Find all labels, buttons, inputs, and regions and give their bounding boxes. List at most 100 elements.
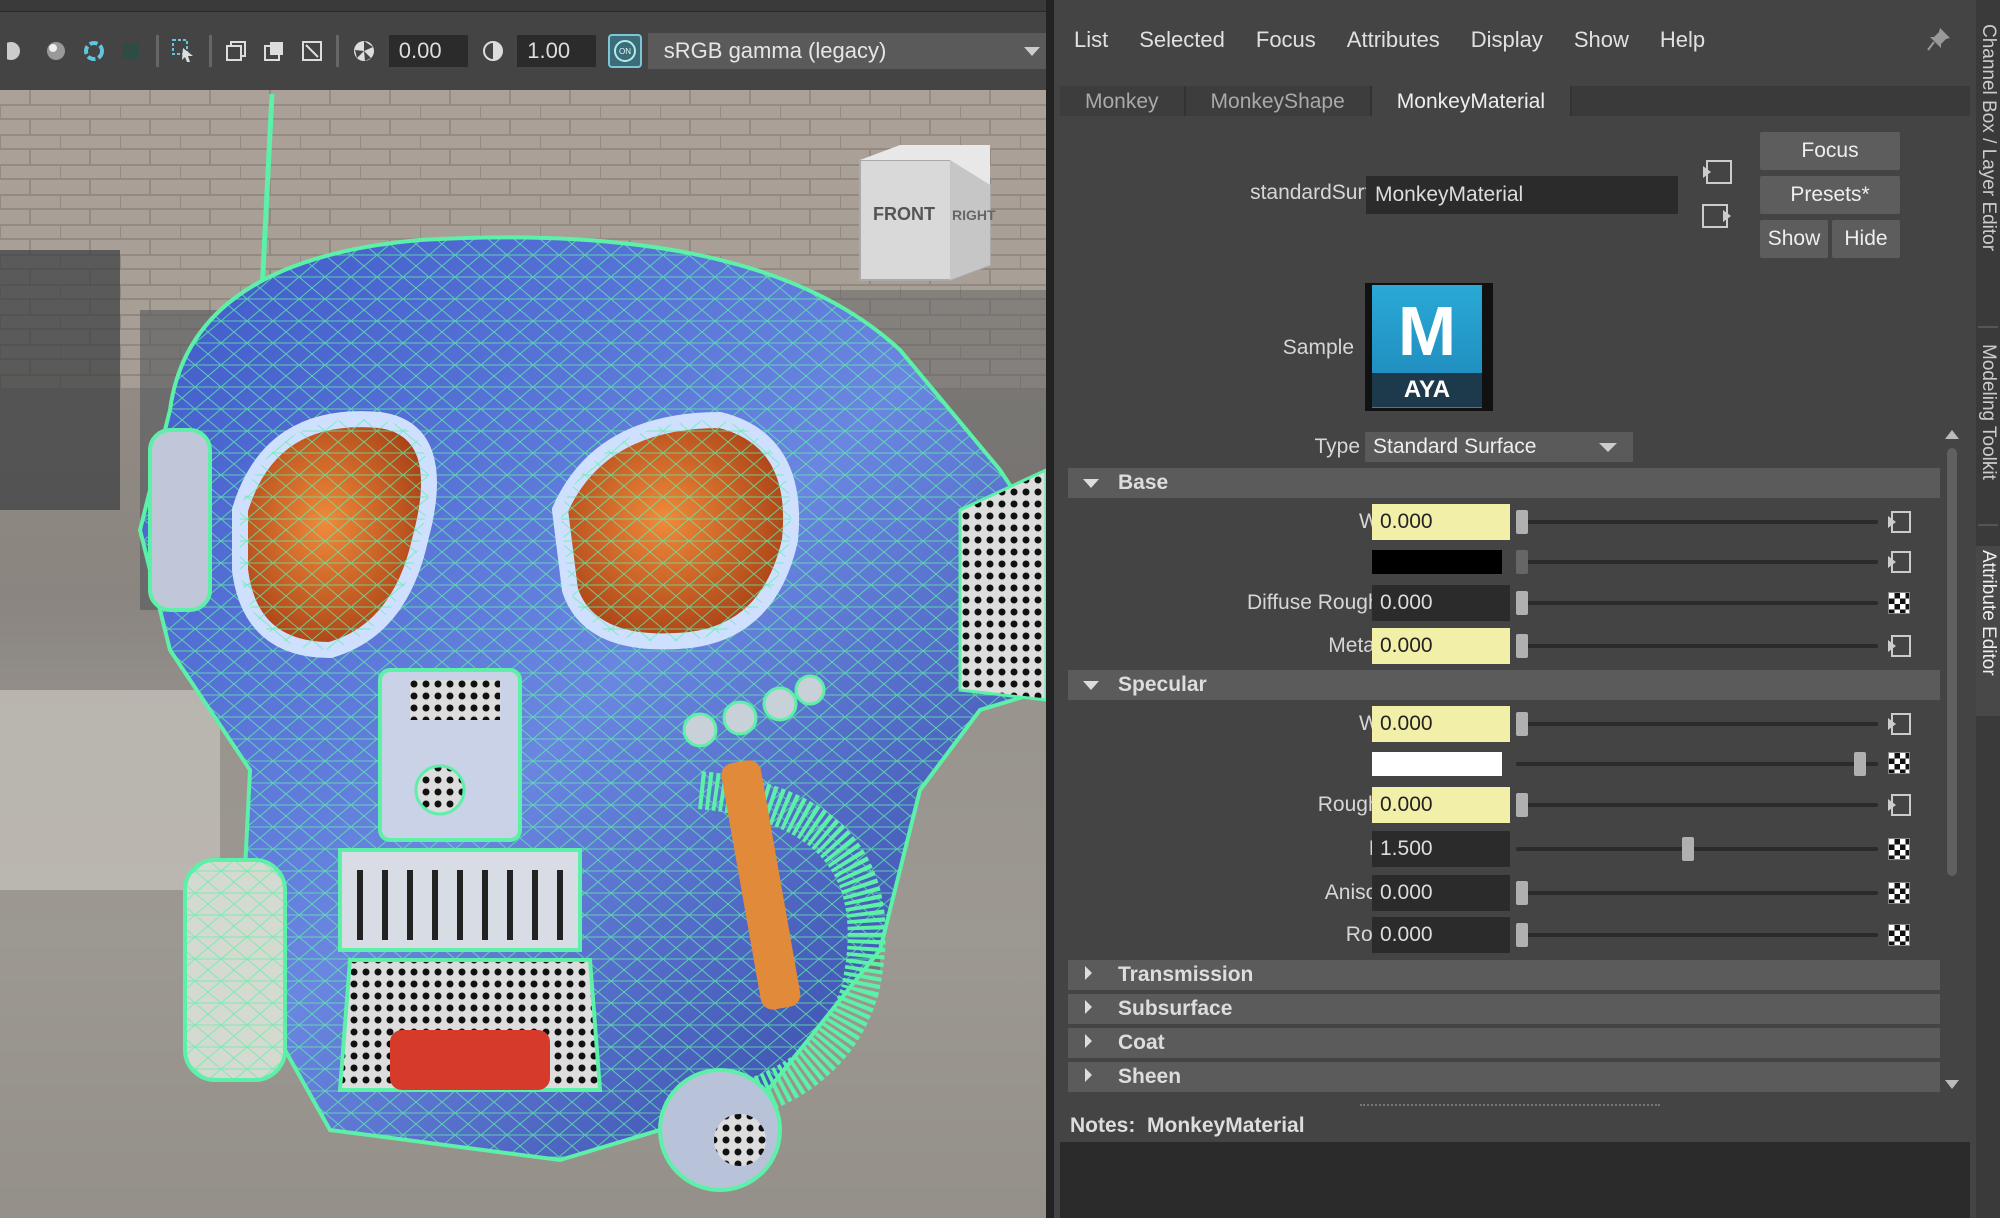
- slider-handle[interactable]: [1516, 550, 1528, 574]
- section-base[interactable]: Base: [1068, 468, 1940, 498]
- gamma-field[interactable]: 1.00: [517, 35, 597, 67]
- tab-channel-box[interactable]: Channel Box / Layer Editor: [1976, 20, 2000, 320]
- tab-modeling-toolkit[interactable]: Modeling Toolkit: [1976, 340, 2000, 510]
- checker-map-icon[interactable]: [1888, 924, 1910, 946]
- type-dropdown[interactable]: Standard Surface: [1365, 432, 1633, 462]
- output-connection-icon[interactable]: [1701, 202, 1733, 235]
- map-button-icon[interactable]: [1886, 634, 1912, 658]
- metalness-field[interactable]: 0.000: [1372, 628, 1510, 664]
- chevron-down-icon: [1023, 47, 1040, 56]
- panel-divider[interactable]: [1046, 0, 1054, 1218]
- section-base-title: Base: [1118, 471, 1169, 494]
- menu-selected[interactable]: Selected: [1139, 27, 1225, 53]
- slider-handle[interactable]: [1516, 793, 1528, 817]
- attribute-scrollbar[interactable]: [1944, 430, 1960, 1090]
- view-transform-dropdown[interactable]: sRGB gamma (legacy): [647, 33, 1046, 69]
- slider-handle[interactable]: [1516, 634, 1528, 658]
- checker-map-icon[interactable]: [1888, 592, 1910, 614]
- base-color-swatch[interactable]: [1372, 550, 1502, 574]
- base-color-slider[interactable]: [1516, 560, 1878, 564]
- ao-ring-icon[interactable]: [79, 36, 109, 66]
- anisotropy-slider[interactable]: [1516, 891, 1878, 895]
- map-button-icon[interactable]: [1886, 510, 1912, 534]
- section-coat[interactable]: Coat: [1068, 1028, 1940, 1058]
- slider-handle[interactable]: [1516, 591, 1528, 615]
- tab-monkeymaterial[interactable]: MonkeyMaterial: [1371, 86, 1573, 116]
- specular-color-slider[interactable]: [1516, 762, 1878, 766]
- ior-slider[interactable]: [1516, 847, 1878, 851]
- map-button-icon[interactable]: [1886, 793, 1912, 817]
- rotation-slider[interactable]: [1516, 933, 1878, 937]
- slider-handle[interactable]: [1516, 881, 1528, 905]
- lighting-sphere-icon[interactable]: [42, 36, 72, 66]
- specular-roughness-field[interactable]: 0.000: [1372, 787, 1510, 823]
- pin-icon[interactable]: [1926, 26, 1952, 57]
- presets-button[interactable]: Presets*: [1760, 176, 1900, 214]
- slider-handle[interactable]: [1516, 510, 1528, 534]
- shadow-square-icon[interactable]: [117, 36, 147, 66]
- rotation-field[interactable]: 0.000: [1372, 917, 1510, 953]
- menu-list[interactable]: List: [1074, 27, 1108, 53]
- slider-handle[interactable]: [1516, 712, 1528, 736]
- slider-handle[interactable]: [1516, 923, 1528, 947]
- section-specular[interactable]: Specular: [1068, 670, 1940, 700]
- tab-separator: [1978, 524, 1998, 526]
- maya-logo-icon: M AYA: [1372, 285, 1482, 408]
- specular-weight-slider[interactable]: [1516, 722, 1878, 726]
- menu-show[interactable]: Show: [1574, 27, 1629, 53]
- diffuse-roughness-slider[interactable]: [1516, 601, 1878, 605]
- metalness-slider[interactable]: [1516, 644, 1878, 648]
- viewport-panel[interactable]: 0.00 1.00 ON sRGB gamma (legacy) FRONT R…: [0, 0, 1046, 1218]
- slider-handle[interactable]: [1682, 837, 1694, 861]
- slider-handle[interactable]: [1854, 752, 1866, 776]
- checker-map-icon[interactable]: [1888, 882, 1910, 904]
- select-camera-icon[interactable]: [169, 36, 199, 66]
- scroll-thumb[interactable]: [1947, 448, 1957, 876]
- shading-sphere-icon[interactable]: [4, 36, 34, 66]
- map-button-icon[interactable]: [1886, 550, 1912, 574]
- scroll-up-icon[interactable]: [1945, 430, 1959, 439]
- node-tabs: Monkey MonkeyShape MonkeyMaterial: [1060, 86, 1970, 116]
- exposure-field[interactable]: 0.00: [388, 35, 468, 67]
- film-gate-icon[interactable]: [259, 36, 289, 66]
- hide-button[interactable]: Hide: [1832, 220, 1900, 258]
- checker-map-icon[interactable]: [1888, 838, 1910, 860]
- section-sheen[interactable]: Sheen: [1068, 1062, 1940, 1092]
- resolution-gate-icon[interactable]: [297, 36, 327, 66]
- specular-weight-field[interactable]: 0.000: [1372, 706, 1510, 742]
- menu-focus[interactable]: Focus: [1256, 27, 1316, 53]
- gate-mask-icon[interactable]: [222, 36, 252, 66]
- exposure-aperture-icon[interactable]: [349, 36, 379, 66]
- notes-textarea[interactable]: [1060, 1142, 1970, 1218]
- map-button-icon[interactable]: [1886, 712, 1912, 736]
- scene-render[interactable]: FRONT RIGHT: [0, 90, 1046, 1218]
- tab-attribute-editor[interactable]: Attribute Editor: [1976, 546, 2000, 716]
- menu-display[interactable]: Display: [1471, 27, 1543, 53]
- color-management-toggle[interactable]: ON: [608, 34, 642, 68]
- scroll-down-icon[interactable]: [1945, 1080, 1959, 1089]
- tab-monkeyshape[interactable]: MonkeyShape: [1185, 86, 1372, 116]
- focus-button[interactable]: Focus: [1760, 132, 1900, 170]
- specular-roughness-slider[interactable]: [1516, 803, 1878, 807]
- ior-field[interactable]: 1.500: [1372, 831, 1510, 867]
- menu-attributes[interactable]: Attributes: [1347, 27, 1440, 53]
- base-weight-slider[interactable]: [1516, 520, 1878, 524]
- input-connection-icon[interactable]: [1701, 158, 1733, 191]
- gamma-half-icon[interactable]: [478, 36, 508, 66]
- type-label: Type: [1314, 435, 1360, 458]
- section-transmission[interactable]: Transmission: [1068, 960, 1940, 990]
- toolbar-separator: [208, 35, 212, 67]
- checker-map-icon[interactable]: [1888, 752, 1910, 774]
- show-button[interactable]: Show: [1760, 220, 1828, 258]
- base-weight-field[interactable]: 0.000: [1372, 504, 1510, 540]
- view-cube[interactable]: FRONT RIGHT: [859, 145, 996, 281]
- anisotropy-field[interactable]: 0.000: [1372, 875, 1510, 911]
- menu-help[interactable]: Help: [1660, 27, 1705, 53]
- diffuse-roughness-field[interactable]: 0.000: [1372, 585, 1510, 621]
- material-sample-swatch[interactable]: M AYA: [1365, 283, 1493, 411]
- toolbar-separator: [156, 35, 160, 67]
- node-name-field[interactable]: MonkeyMaterial: [1366, 176, 1678, 214]
- section-subsurface[interactable]: Subsurface: [1068, 994, 1940, 1024]
- tab-monkey[interactable]: Monkey: [1060, 86, 1186, 116]
- specular-color-swatch[interactable]: [1372, 752, 1502, 776]
